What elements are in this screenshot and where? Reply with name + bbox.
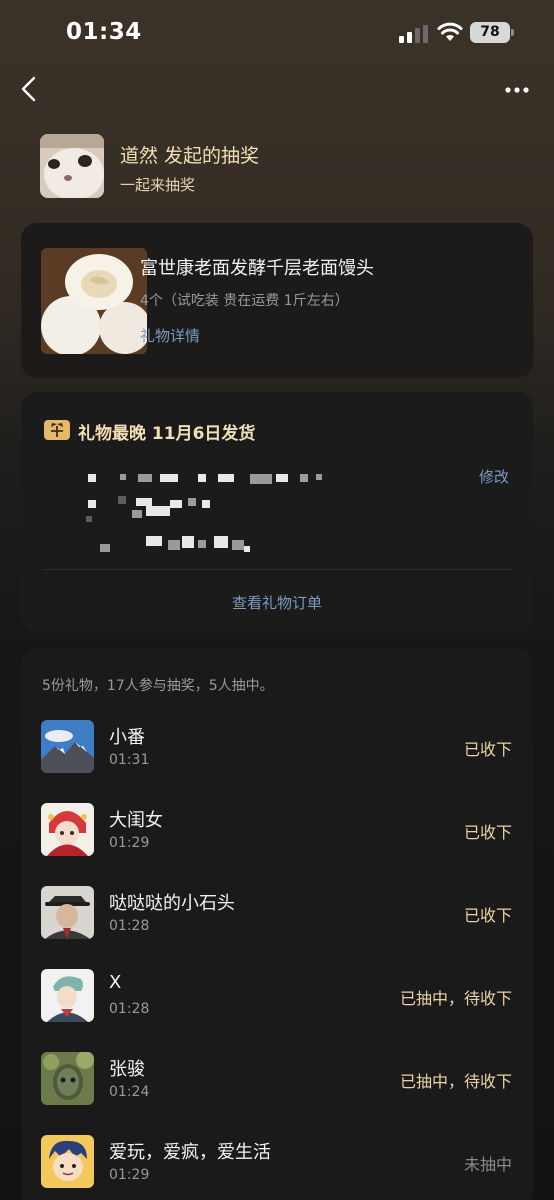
battery-icon: 78 (470, 22, 514, 43)
delivery-title: 礼物最晚 11月6日发货 (78, 424, 256, 444)
status-bar: 01:34 78 (0, 0, 554, 66)
product-spec: 4个（试吃装 贵在运费 1斤左右） (140, 293, 349, 309)
list-item[interactable]: 张骏 01:24 已抽中，待收下 (0, 1052, 554, 1112)
avatar (41, 720, 94, 773)
back-icon[interactable] (16, 74, 42, 104)
product-image (41, 248, 147, 354)
lottery-summary: 5份礼物，17人参与抽奖，5人抽中。 (42, 678, 274, 694)
avatar (41, 886, 94, 939)
more-icon[interactable] (500, 80, 534, 100)
winner-name: 大闺女 (109, 810, 163, 831)
winner-status: 已收下 (463, 906, 512, 925)
list-item[interactable]: 小番 01:31 已收下 (0, 720, 554, 780)
view-gift-order-link[interactable]: 查看礼物订单 (0, 592, 554, 613)
winner-status: 已收下 (463, 740, 512, 759)
divider (42, 569, 512, 570)
list-item[interactable]: 大闺女 01:29 已收下 (0, 803, 554, 863)
gift-icon (44, 420, 70, 440)
list-item[interactable]: 哒哒哒的小石头 01:28 已收下 (0, 886, 554, 946)
host-avatar[interactable] (40, 134, 104, 198)
winner-time: 01:28 (109, 918, 150, 934)
winner-name: 张骏 (109, 1059, 145, 1080)
winner-time: 01:29 (109, 1167, 150, 1183)
status-time: 01:34 (66, 19, 142, 45)
winner-time: 01:31 (109, 752, 150, 768)
winner-name: X (109, 972, 122, 993)
winner-status: 已抽中，待收下 (399, 989, 512, 1008)
modify-address-link[interactable]: 修改 (479, 466, 509, 487)
gift-detail-link[interactable]: 礼物详情 (140, 325, 200, 346)
avatar (41, 1052, 94, 1105)
list-item[interactable]: 爱玩，爱疯，爱生活 01:29 未抽中 (0, 1135, 554, 1195)
winner-status: 已抽中，待收下 (399, 1072, 512, 1091)
winner-status: 已收下 (463, 823, 512, 842)
winner-status: 未抽中 (463, 1155, 512, 1174)
signal-icon (399, 25, 429, 43)
avatar (41, 803, 94, 856)
host-subtitle: 一起来抽奖 (120, 176, 196, 194)
host-title: 道然 发起的抽奖 (120, 145, 260, 167)
avatar (41, 1135, 94, 1188)
winner-name: 哒哒哒的小石头 (109, 893, 235, 914)
winner-name: 爱玩，爱疯，爱生活 (109, 1142, 271, 1163)
list-item[interactable]: X 01:28 已抽中，待收下 (0, 969, 554, 1029)
winner-time: 01:28 (109, 1001, 150, 1017)
winner-time: 01:29 (109, 835, 150, 851)
product-name: 富世康老面发酵千层老面馒头 (140, 258, 374, 279)
avatar (41, 969, 94, 1022)
wifi-icon (437, 22, 463, 41)
winner-name: 小番 (109, 727, 145, 748)
winner-time: 01:24 (109, 1084, 150, 1100)
